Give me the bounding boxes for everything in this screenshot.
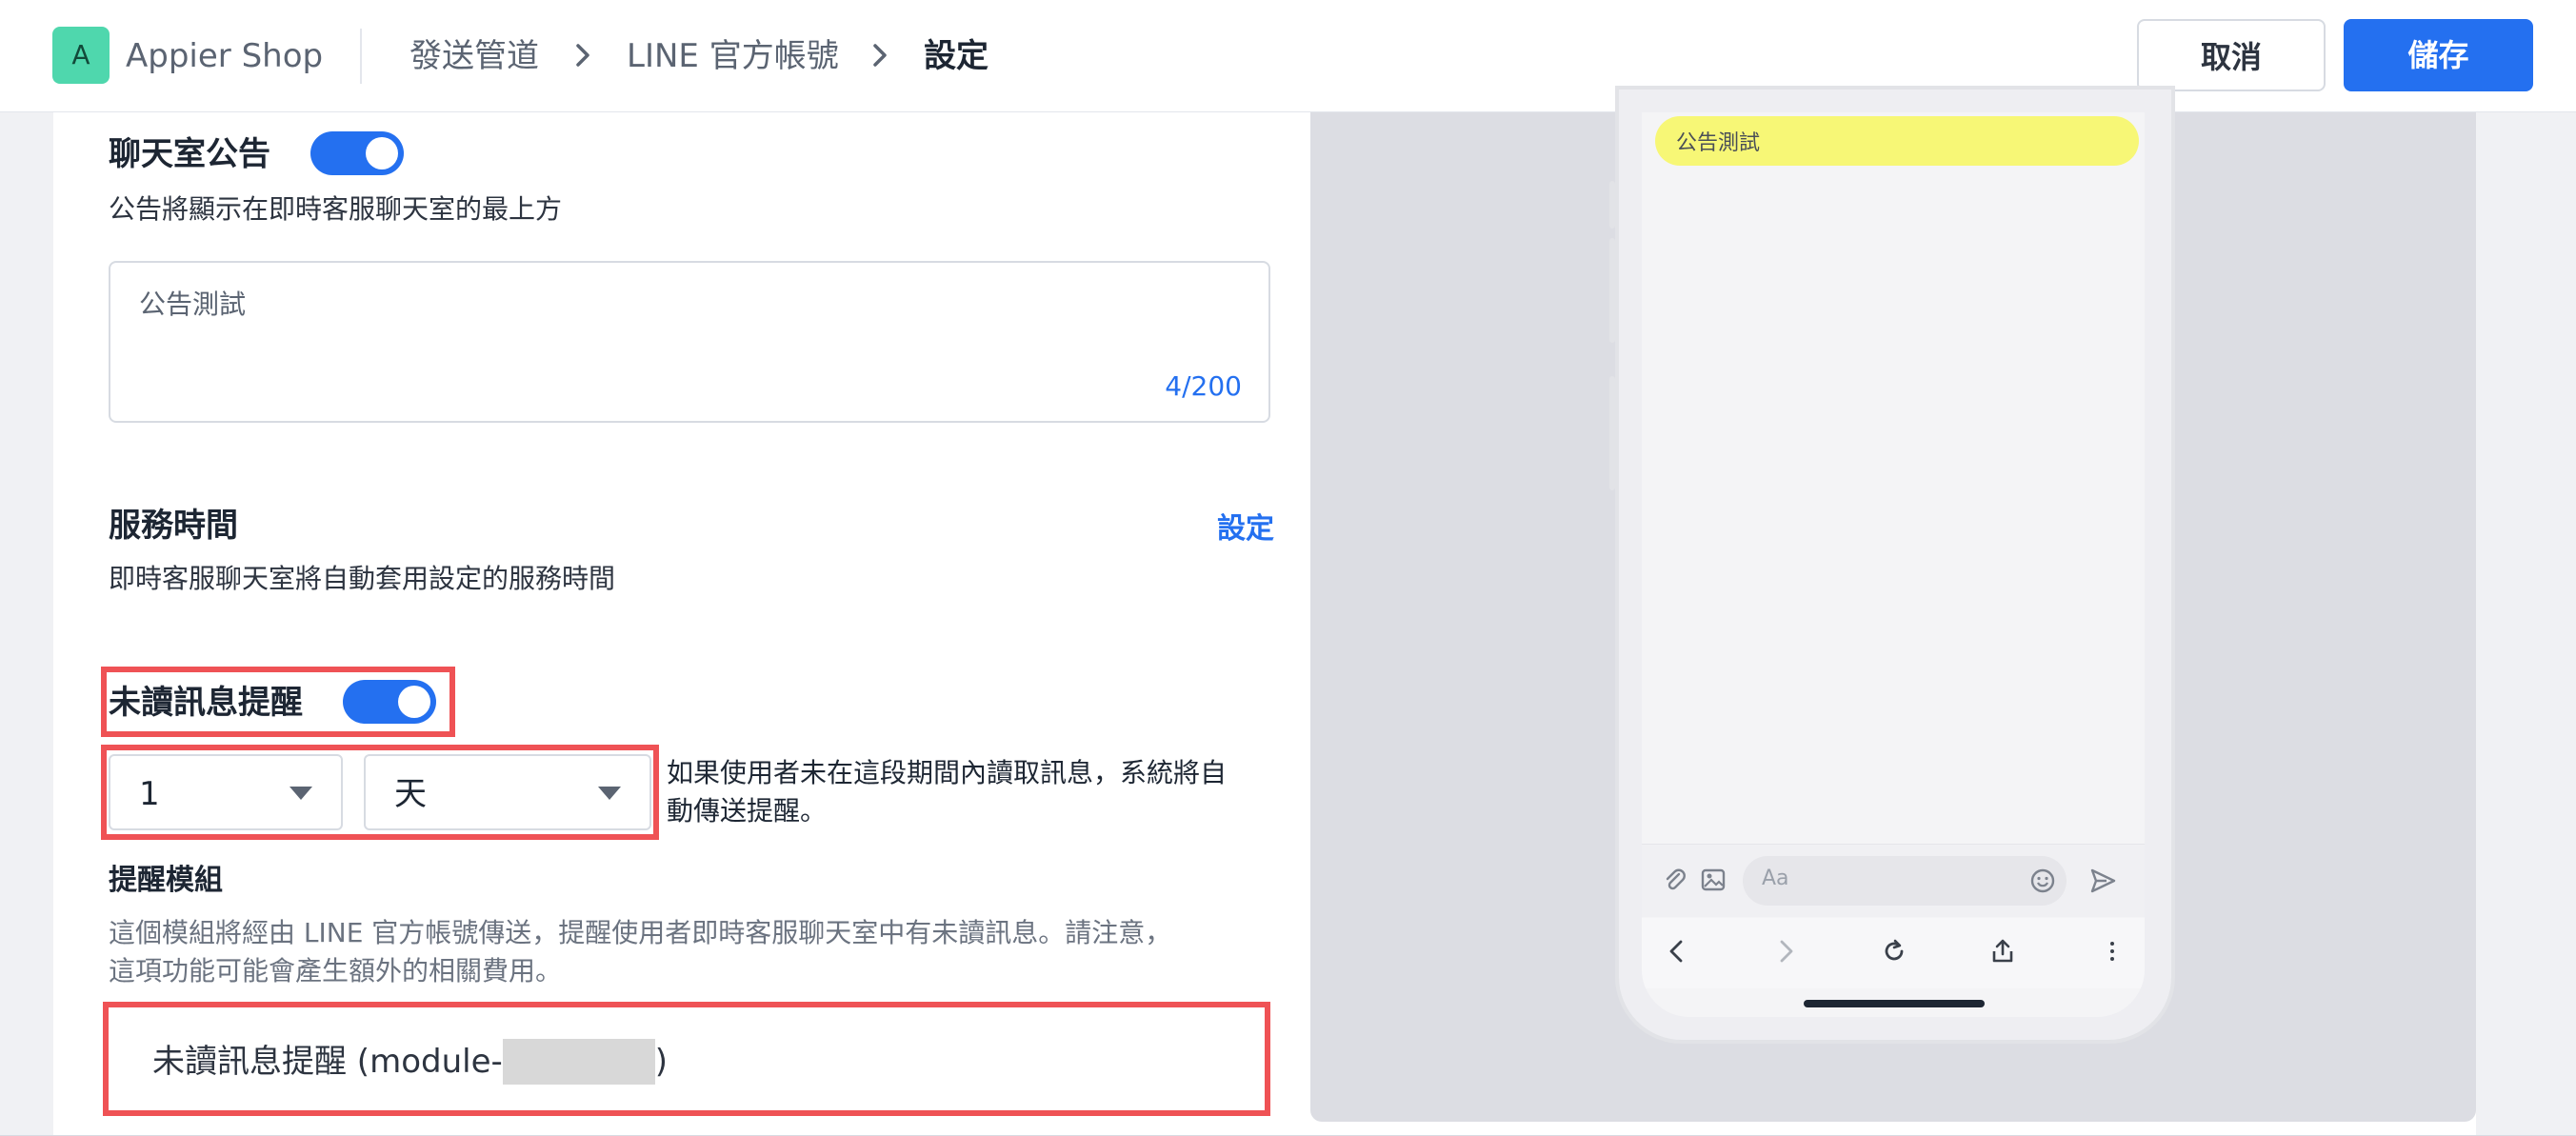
service-hours-title: 服務時間 bbox=[109, 507, 238, 545]
announcement-text-value: 公告測試 bbox=[139, 289, 247, 320]
reminder-module-value: 未讀訊息提醒 (module-) bbox=[152, 1036, 668, 1086]
chat-message-input[interactable]: Aa bbox=[1743, 856, 2067, 906]
left-gutter bbox=[0, 112, 53, 1135]
shop-name: Appier Shop bbox=[126, 37, 324, 75]
right-gutter bbox=[2476, 112, 2576, 1135]
reminder-hint-line2: 動傳送提醒。 bbox=[667, 795, 828, 827]
save-button[interactable]: 儲存 bbox=[2344, 19, 2533, 91]
more-icon[interactable] bbox=[2103, 937, 2122, 966]
home-indicator bbox=[1804, 1000, 1985, 1007]
chevron-down-icon bbox=[598, 787, 621, 800]
breadcrumb-line-account[interactable]: LINE 官方帳號 bbox=[627, 32, 839, 80]
announcement-title: 聊天室公告 bbox=[109, 135, 270, 173]
reminder-unit-select[interactable]: 天 bbox=[364, 754, 651, 830]
announcement-textarea[interactable]: 公告測試 4/200 bbox=[109, 261, 1270, 423]
chevron-down-icon bbox=[290, 787, 312, 800]
emoji-icon[interactable] bbox=[2028, 867, 2057, 895]
paperclip-icon[interactable] bbox=[1661, 866, 1689, 894]
module-name-prefix: 未讀訊息提醒 (module- bbox=[152, 1042, 503, 1081]
header-divider bbox=[360, 29, 362, 84]
cancel-button[interactable]: 取消 bbox=[2137, 19, 2326, 91]
reminder-module-title: 提醒模組 bbox=[109, 864, 223, 897]
breadcrumb-channels[interactable]: 發送管道 bbox=[409, 32, 539, 80]
announcement-preview-text: 公告測試 bbox=[1676, 131, 1761, 155]
reminder-module-field[interactable]: 未讀訊息提醒 (module-) bbox=[103, 1002, 1270, 1116]
chevron-right-icon bbox=[873, 44, 887, 67]
character-counter: 4/200 bbox=[1165, 370, 1242, 402]
toggle-knob bbox=[366, 137, 398, 169]
send-icon[interactable] bbox=[2087, 866, 2118, 896]
chat-input-bar: Aa bbox=[1642, 844, 2145, 917]
reminder-amount-select[interactable]: 1 bbox=[109, 754, 343, 830]
chat-input-placeholder: Aa bbox=[1762, 867, 1789, 890]
announcement-description: 公告將顯示在即時客服聊天室的最上方 bbox=[109, 193, 563, 225]
reminder-module-description-line2: 這項功能可能會產生額外的相關費用。 bbox=[109, 955, 563, 987]
back-icon[interactable] bbox=[1663, 937, 1691, 966]
reminder-unit-value: 天 bbox=[394, 775, 427, 813]
unread-reminder-toggle[interactable] bbox=[343, 680, 436, 724]
forward-icon[interactable] bbox=[1771, 937, 1800, 966]
share-icon[interactable] bbox=[1988, 937, 2017, 966]
announcement-preview-bar: 公告測試 bbox=[1655, 116, 2139, 166]
reminder-hint-line1: 如果使用者未在這段期間內讀取訊息，系統將自 bbox=[667, 757, 1228, 788]
breadcrumb-current-settings: 設定 bbox=[924, 37, 988, 75]
toggle-knob bbox=[398, 686, 430, 718]
redacted-module-id bbox=[502, 1038, 655, 1085]
top-bar: A Appier Shop 發送管道 LINE 官方帳號 設定 取消 儲存 bbox=[0, 0, 2576, 112]
phone-screen: 公告測試 Aa bbox=[1642, 112, 2145, 1017]
reminder-module-description-line1: 這個模組將經由 LINE 官方帳號傳送，提醒使用者即時客服聊天室中有未讀訊息。請… bbox=[109, 917, 1172, 948]
reload-icon[interactable] bbox=[1880, 937, 1908, 966]
unread-reminder-title: 未讀訊息提醒 bbox=[109, 684, 303, 722]
shop-logo: A bbox=[52, 27, 110, 84]
service-hours-description: 即時客服聊天室將自動套用設定的服務時間 bbox=[109, 563, 616, 594]
image-icon[interactable] bbox=[1699, 866, 1727, 894]
announcement-toggle[interactable] bbox=[310, 131, 404, 175]
browser-nav-bar bbox=[1642, 918, 2145, 988]
reminder-amount-value: 1 bbox=[139, 775, 160, 813]
service-hours-settings-link[interactable]: 設定 bbox=[1217, 505, 1274, 547]
chevron-right-icon bbox=[576, 44, 589, 67]
module-name-suffix: ) bbox=[654, 1042, 669, 1081]
